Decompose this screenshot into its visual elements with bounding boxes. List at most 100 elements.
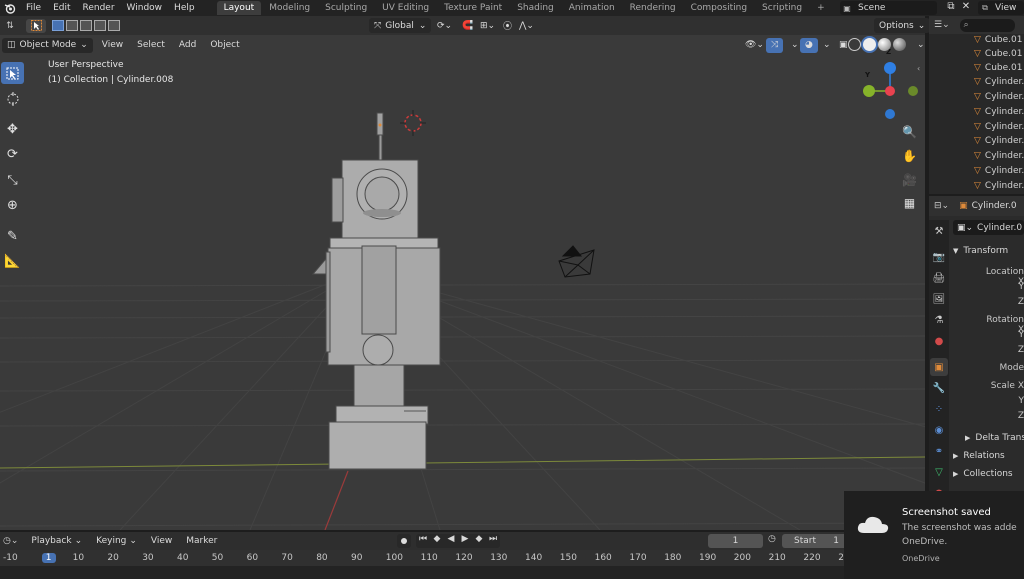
outliner-row[interactable]: ▽ Cylinder. [929,178,1024,193]
jump-keyframe-back-icon[interactable]: ◆ [430,534,444,548]
constraints-tab-icon[interactable]: ⚭ [930,442,948,460]
zoom-icon[interactable]: 🔍 [899,121,920,142]
view-layer-selector[interactable]: ⧉ View [978,1,1024,15]
tab-animation[interactable]: Animation [562,1,622,15]
pivot-point-icon[interactable]: ⟳⌄ [432,18,457,33]
measure-tool[interactable]: 📐 [1,250,24,272]
transform-panel-header[interactable]: ▼ Transform [953,244,1024,258]
rotate-tool[interactable]: ⟳ [1,143,24,165]
start-frame-field[interactable]: Start 1 [782,534,845,548]
transform-tool[interactable]: ⊕ [1,194,24,216]
tab-layout[interactable]: Layout [216,1,262,15]
selection-mode-intersect-icon[interactable] [108,20,120,31]
overlays-toggle-icon[interactable]: ◕ [800,37,818,53]
falloff-icon[interactable]: ⋀⌄ [514,18,539,33]
modifier-tab-icon[interactable]: 🔧 [930,379,948,397]
menu-edit[interactable]: Edit [47,3,76,13]
outliner-row[interactable]: ▽ Cube.01 [929,46,1024,61]
add-workspace-button[interactable]: + [810,1,832,15]
gizmo-y-label[interactable]: Y [865,71,870,79]
pan-hand-icon[interactable]: ✋ [899,145,920,166]
outliner-row[interactable]: ▽ Cylinder. [929,163,1024,178]
sidebar-toggle-icon[interactable]: ‹ [917,64,920,73]
menu-object[interactable]: Object [205,38,244,53]
move-tool[interactable]: ✥ [1,118,24,140]
select-box-tool[interactable] [1,62,24,84]
wireframe-shading-icon[interactable] [848,38,861,51]
tab-shading[interactable]: Shading [510,1,561,15]
snap-target-icon[interactable]: ⊞⌄ [475,18,500,33]
record-button[interactable] [397,534,411,548]
object-tab-icon[interactable]: ▣ [930,358,948,376]
shading-dropdown-icon[interactable]: ⌄ [912,38,930,53]
object-name-field[interactable]: ▣⌄ Cylinder.0 [953,220,1024,235]
outliner-row[interactable]: ▽ Cube.01 [929,60,1024,75]
menu-playback[interactable]: Playback ⌄ [26,534,87,549]
object-mode-dropdown[interactable]: ◫ Object Mode ⌄ [2,37,93,53]
annotate-tool[interactable]: ✎ [1,225,24,247]
collections-panel[interactable]: ▶ Collections [953,469,1024,479]
current-frame-field[interactable]: 1 [708,534,763,548]
cursor-tool[interactable] [1,88,24,110]
jump-start-icon[interactable]: ⏮ [416,534,430,548]
jump-end-icon[interactable]: ⏭ [486,534,500,548]
outliner-row[interactable]: ▽ Cylinder. [929,89,1024,104]
tab-uv-editing[interactable]: UV Editing [375,1,436,15]
tab-scripting[interactable]: Scripting [755,1,809,15]
material-shading-icon[interactable] [878,38,891,51]
scene-tab-icon[interactable]: ⚗ [930,311,948,329]
editor-type-icon[interactable]: ⇅ [0,19,20,33]
outliner-row[interactable]: ▽ Cylinder. [929,119,1024,134]
tab-compositing[interactable]: Compositing [684,1,754,15]
selection-mode-new-icon[interactable] [52,20,64,31]
properties-editor-icon[interactable]: ⊟⌄ [934,201,949,211]
options-dropdown[interactable]: Options ⌄ [874,18,931,33]
outliner[interactable]: ☰⌄ ⌕ ▽ Cube.01 ▽ Cube.01 ▽ Cube.01 ▽ Cylinde… [929,16,1024,194]
tab-modeling[interactable]: Modeling [262,1,317,15]
output-tab-icon[interactable]: 🖨 [930,269,948,287]
menu-window[interactable]: Window [121,3,169,13]
render-tab-icon[interactable]: 📷 [930,248,948,266]
active-tool-icon[interactable] [26,18,46,33]
solid-shading-icon[interactable] [863,38,876,51]
jump-keyframe-forward-icon[interactable]: ◆ [472,534,486,548]
menu-view[interactable]: View [97,38,128,53]
menu-timeline-view[interactable]: View [146,534,177,549]
physics-tab-icon[interactable]: ◉ [930,421,948,439]
remove-scene-button[interactable]: ✕ [960,1,972,15]
perspective-toggle-icon[interactable]: ▦ [899,192,920,213]
selection-mode-subtract-icon[interactable] [80,20,92,31]
screenshot-notification[interactable]: Screenshot saved The screenshot was adde… [844,491,1024,579]
menu-keying[interactable]: Keying ⌄ [91,534,142,549]
outliner-row[interactable]: ▽ Cube.01 [929,32,1024,47]
timeline-editor-icon[interactable]: ◷⌄ [3,536,18,546]
3d-viewport[interactable]: User Perspective (1) Collection | Cylind… [0,16,925,530]
play-reverse-icon[interactable]: ◀ [444,534,458,548]
new-scene-button[interactable]: ⧉ [944,1,958,15]
relations-panel[interactable]: ▶ Relations [953,451,1024,461]
menu-file[interactable]: File [20,3,47,13]
outliner-editor-icon[interactable]: ☰⌄ [934,20,950,30]
tab-rendering[interactable]: Rendering [623,1,683,15]
preview-range-icon[interactable]: ◷ [768,534,776,544]
camera-view-icon[interactable]: 🎥 [899,169,920,190]
delta-transform-panel[interactable]: ▶ Delta Transfo [965,433,1024,443]
scale-tool[interactable]: ⤡ [1,169,24,191]
menu-add[interactable]: Add [174,38,201,53]
outliner-row[interactable]: ▽ Cylinder. [929,133,1024,148]
outliner-row[interactable]: ▽ Cylinder. [929,104,1024,119]
blender-logo-icon[interactable] [0,1,20,15]
overlays-dropdown-icon[interactable]: ⌄ [818,38,836,53]
outliner-row[interactable]: ▽ Cylinder. [929,148,1024,163]
play-icon[interactable]: ▶ [458,534,472,548]
menu-marker[interactable]: Marker [181,534,222,549]
world-tab-icon[interactable]: ● [930,332,948,350]
menu-help[interactable]: Help [168,3,201,13]
outliner-row[interactable]: ▽ Cylinder. [929,74,1024,89]
menu-render[interactable]: Render [77,3,121,13]
selection-mode-invert-icon[interactable] [94,20,106,31]
view-layer-tab-icon[interactable]: 🖼 [930,290,948,308]
gizmo-toggle-icon[interactable]: ⤨ [766,37,784,53]
rendered-shading-icon[interactable] [893,38,906,51]
scene-selector[interactable]: ▣ Scene [840,1,937,15]
